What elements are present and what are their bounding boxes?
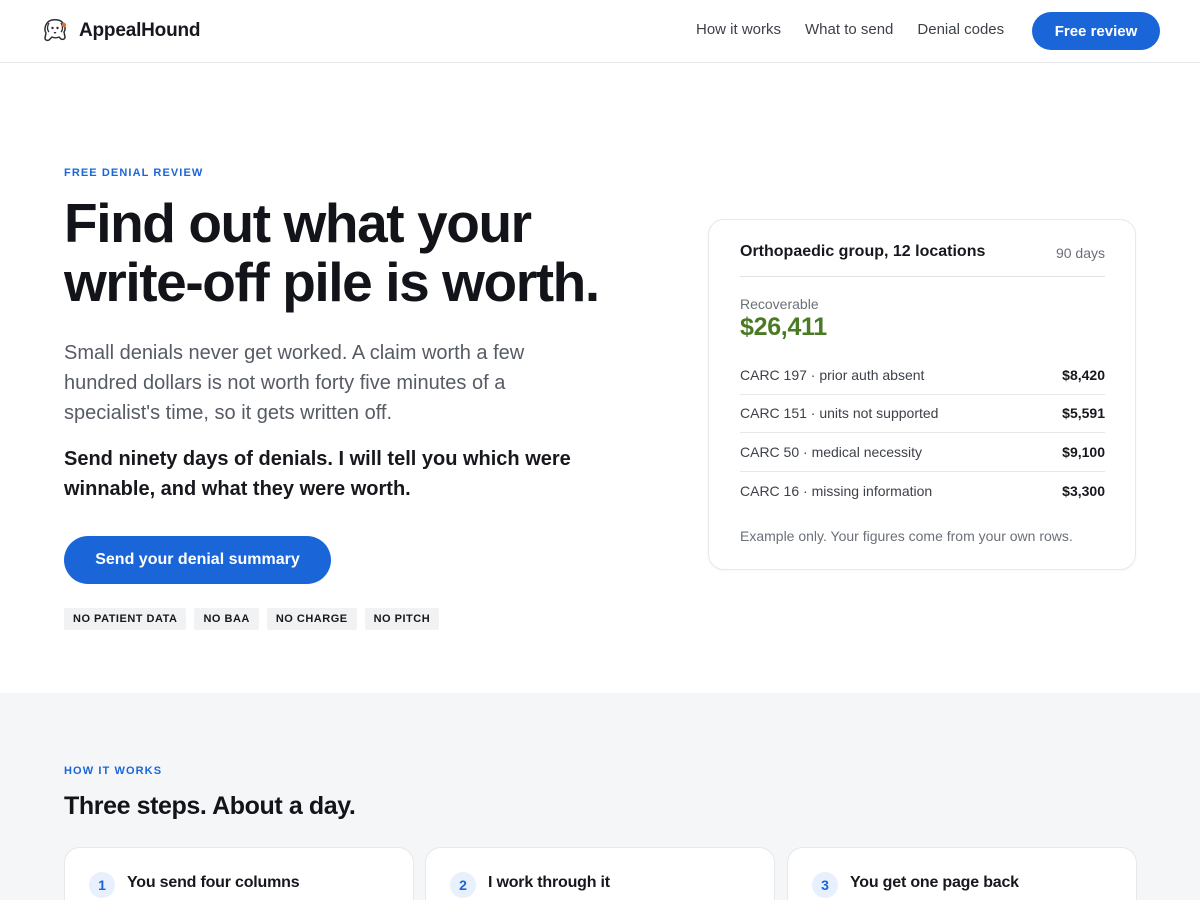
send-denial-summary-button[interactable]: Send your denial summary [64, 536, 331, 584]
hero-pitch: Send ninety days of denials. I will tell… [64, 448, 571, 500]
denial-row: CARC 151 · units not supported $5,591 [740, 395, 1105, 433]
step-number: 2 [450, 872, 476, 898]
free-review-button[interactable]: Free review [1032, 12, 1160, 50]
card-period: 90 days [1055, 245, 1105, 261]
step-title: I work through it [488, 874, 610, 891]
nav-links: How it works What to send Denial codes [696, 21, 1028, 38]
denial-code: CARC 16 · missing information [740, 482, 933, 499]
hound-logo-icon [44, 19, 67, 42]
hero-title: Find out what your write-off pile is wor… [64, 192, 600, 313]
example-card: Orthopaedic group, 12 locations 90 days … [708, 219, 1136, 570]
hero-lead: Small denials never get worked. A claim … [64, 342, 525, 424]
denial-code: CARC 50 · medical necessity [740, 443, 923, 460]
tag-no-patient-data: NO PATIENT DATA [64, 608, 187, 630]
denial-code: CARC 151 · units not supported [740, 405, 939, 422]
how-it-works-section: HOW IT WORKS Three steps. About a day. 1… [0, 693, 1200, 900]
brand-name: AppealHound [79, 20, 201, 41]
brand[interactable]: AppealHound [40, 15, 200, 47]
recoverable-value: $26,411 [740, 313, 827, 341]
tag-no-baa: NO BAA [194, 608, 259, 630]
nav-link-what-to-send[interactable]: What to send [805, 21, 893, 38]
step-title: You get one page back [850, 874, 1019, 891]
how-eyebrow: HOW IT WORKS [64, 765, 163, 777]
trust-tags: NO PATIENT DATA NO BAA NO CHARGE NO PITC… [64, 608, 447, 630]
denial-row: CARC 16 · missing information $3,300 [740, 472, 1105, 511]
step-number: 1 [89, 872, 115, 898]
step-card-1: 1 You send four columns [64, 847, 414, 900]
denial-row: CARC 197 · prior auth absent $8,420 [740, 356, 1105, 395]
nav-link-how-it-works[interactable]: How it works [696, 21, 781, 38]
card-title: Orthopaedic group, 12 locations [740, 243, 986, 260]
denial-amount: $5,591 [1062, 405, 1105, 422]
step-number: 3 [812, 872, 838, 898]
card-note: Example only. Your figures come from you… [740, 528, 1073, 544]
denial-amount: $9,100 [1062, 443, 1105, 460]
hero-eyebrow: FREE DENIAL REVIEW [64, 167, 204, 179]
denial-code: CARC 197 · prior auth absent [740, 366, 925, 383]
step-card-2: 2 I work through it [425, 847, 775, 900]
step-title: You send four columns [127, 874, 300, 891]
card-header: Orthopaedic group, 12 locations 90 days [740, 243, 1105, 277]
top-nav: AppealHound How it works What to send De… [0, 0, 1200, 63]
denial-amount: $3,300 [1062, 482, 1105, 499]
nav-link-denial-codes[interactable]: Denial codes [917, 21, 1004, 38]
recoverable-label: Recoverable [740, 296, 819, 312]
denial-rows: CARC 197 · prior auth absent $8,420 CARC… [740, 356, 1105, 510]
denial-amount: $8,420 [1062, 366, 1105, 383]
denial-row: CARC 50 · medical necessity $9,100 [740, 433, 1105, 472]
step-card-3: 3 You get one page back [787, 847, 1137, 900]
tag-no-pitch: NO PITCH [364, 608, 440, 630]
how-title: Three steps. About a day. [64, 792, 356, 820]
tag-no-charge: NO CHARGE [266, 608, 357, 630]
